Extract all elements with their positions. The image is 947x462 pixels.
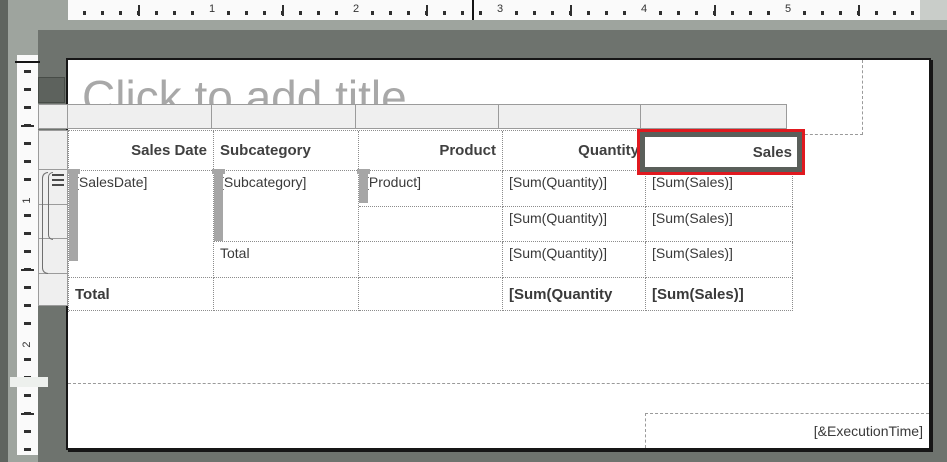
- header-cell-salesdate[interactable]: Sales Date: [69, 131, 214, 171]
- selected-sales-header-cell[interactable]: Sales: [645, 137, 797, 167]
- cell-sum-sales-2[interactable]: [Sum(Sales)]: [646, 207, 793, 242]
- ruler-number: 2: [349, 2, 363, 17]
- row-handle-grandtotal[interactable]: [38, 273, 68, 306]
- group-indicator-bar: [359, 169, 368, 203]
- cell-grand-total-quantity[interactable]: [Sum(Quantity: [503, 278, 646, 311]
- details-group-icon: [52, 174, 64, 188]
- ruler-cursor-marker: [472, 0, 474, 20]
- ruler-number: 3: [493, 2, 507, 17]
- header-cell-quantity[interactable]: Quantity: [503, 131, 646, 171]
- ruler-number: 1: [205, 2, 219, 17]
- group-indicator-bar: [214, 169, 223, 241]
- cell-salesdate[interactable]: [SalesDate]: [69, 171, 214, 278]
- cell-grand-total-spacer2[interactable]: [359, 278, 503, 311]
- execution-time-textbox[interactable]: [&ExecutionTime]: [645, 413, 929, 448]
- cell-product[interactable]: [Product]: [359, 171, 503, 207]
- group-indicator-bar: [69, 169, 78, 261]
- ruler-number: 4: [637, 2, 651, 17]
- cell-subcategory-total-sales[interactable]: [Sum(Sales)]: [646, 242, 793, 278]
- column-handle-product[interactable]: [355, 104, 499, 129]
- cell-sum-quantity-2[interactable]: [Sum(Quantity)]: [503, 207, 646, 242]
- column-handles: [38, 104, 787, 129]
- column-handle-subcategory[interactable]: [211, 104, 356, 129]
- cell-grand-total-label[interactable]: Total: [69, 278, 214, 311]
- cell-product-2[interactable]: [359, 207, 503, 242]
- ruler-number: 2: [20, 337, 35, 352]
- ruler-section-marker: [10, 377, 48, 387]
- selected-sales-header-highlight[interactable]: Sales: [637, 129, 805, 175]
- column-handle-quantity[interactable]: [498, 104, 641, 129]
- column-handle-salesdate[interactable]: [67, 104, 212, 129]
- header-cell-product[interactable]: Product: [359, 131, 503, 171]
- cell-grand-total-spacer1[interactable]: [214, 278, 359, 311]
- header-cell-subcategory[interactable]: Subcategory: [214, 131, 359, 171]
- handle-gutter-cell[interactable]: [38, 104, 68, 129]
- vertical-ruler-major-ticks: [21, 55, 34, 455]
- cell-sum-sales[interactable]: [Sum(Sales)]: [646, 171, 793, 207]
- ruler-number: 1: [20, 193, 35, 208]
- cell-subcategory[interactable]: [Subcategory]: [214, 171, 359, 242]
- execution-time-text: [&ExecutionTime]: [814, 423, 923, 439]
- ruler-number: 5: [781, 2, 795, 17]
- column-handle-sales[interactable]: [640, 104, 787, 129]
- cell-subcategory-total-label[interactable]: Total: [214, 242, 359, 278]
- report-designer-surface: 1 2 3 4 5 1 2 Click to add title [&Execu…: [0, 0, 947, 462]
- cell-grand-total-sales[interactable]: [Sum(Sales)]: [646, 278, 793, 311]
- workspace-left-edge: [0, 0, 8, 462]
- cell-subcategory-total-quantity[interactable]: [Sum(Quantity)]: [503, 242, 646, 278]
- cell-sum-quantity[interactable]: [Sum(Quantity)]: [503, 171, 646, 207]
- horizontal-ruler-end: [920, 0, 947, 20]
- selected-header-label: Sales: [753, 144, 792, 161]
- cell-subcategory-total-product[interactable]: [359, 242, 503, 278]
- footer-separator: [68, 383, 929, 385]
- ruler-cursor-marker: [15, 61, 40, 63]
- row-handle-header[interactable]: [38, 130, 68, 170]
- tablix-corner-handle[interactable]: [38, 77, 65, 103]
